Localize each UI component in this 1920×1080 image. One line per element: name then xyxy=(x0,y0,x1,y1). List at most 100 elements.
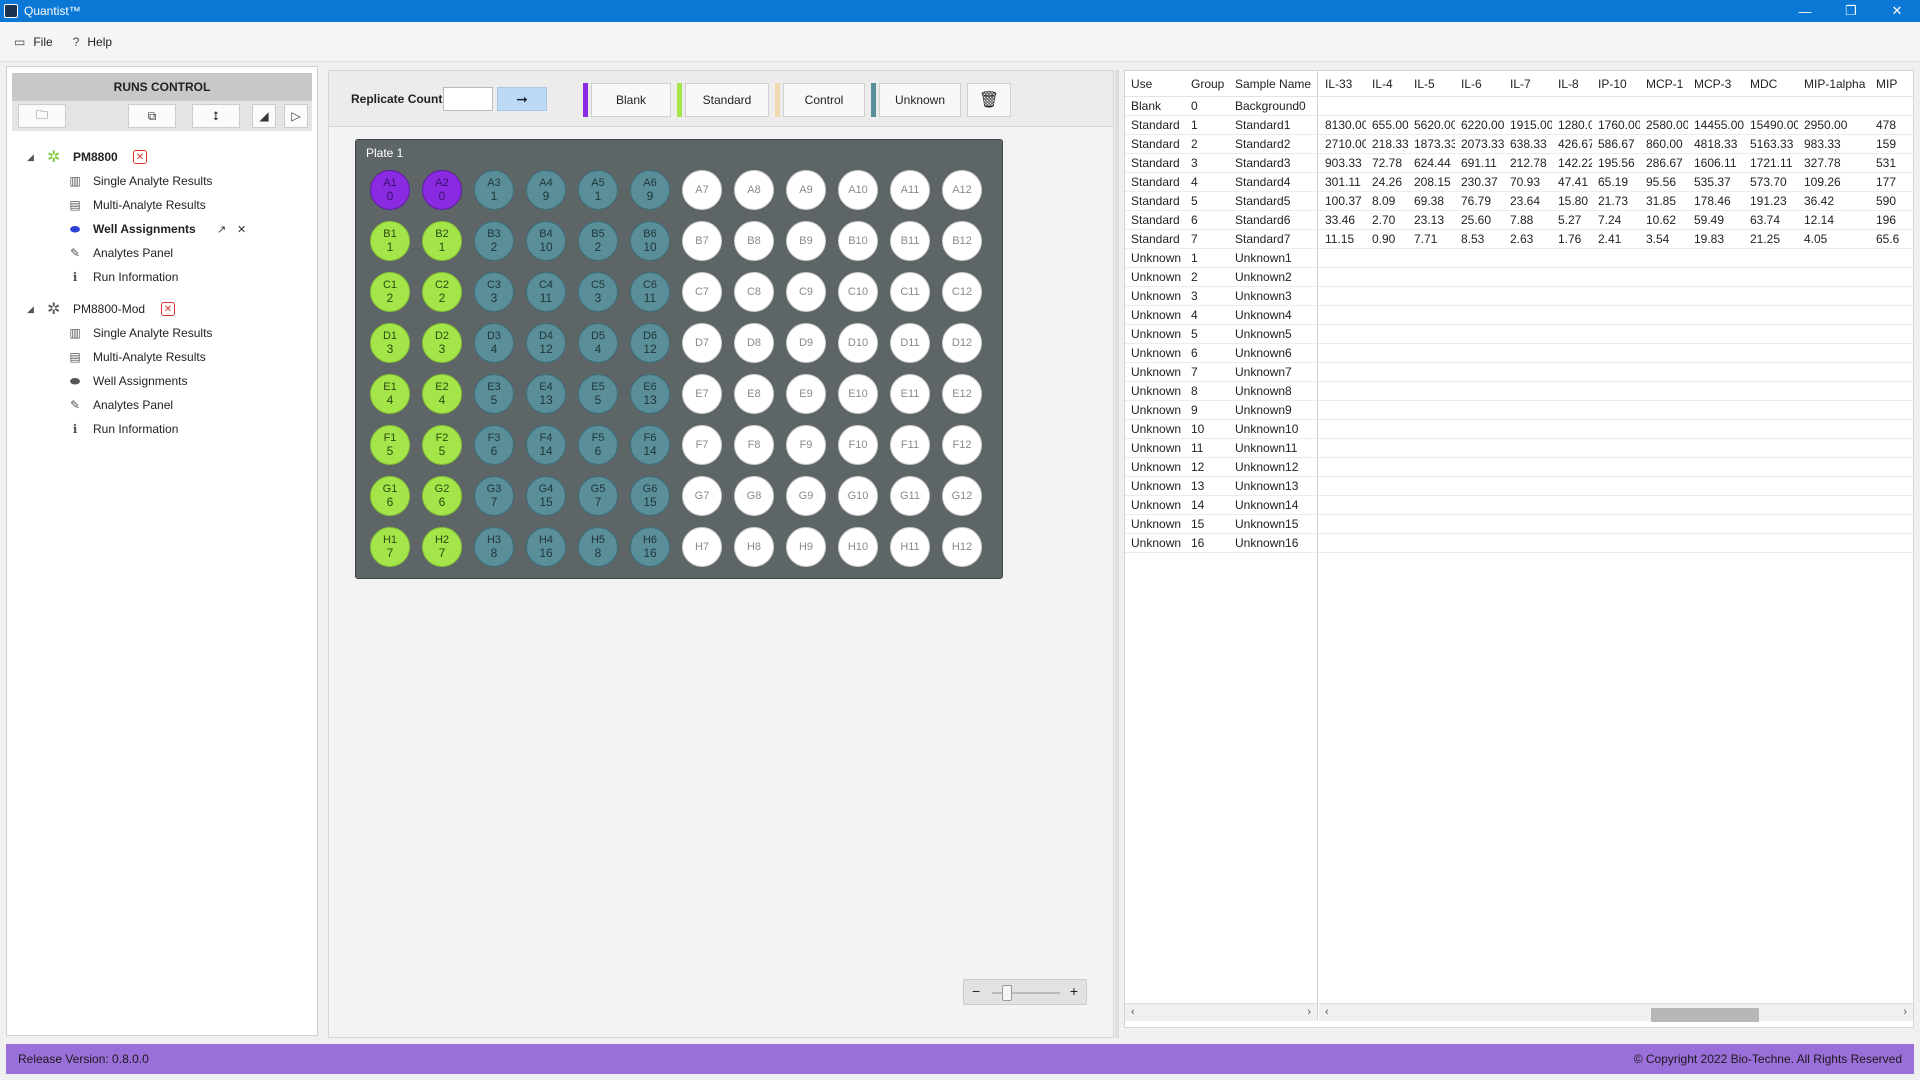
well-D6[interactable]: D6 12 xyxy=(630,323,670,363)
well-C10[interactable]: C10 xyxy=(838,272,878,312)
tree-item-analytes-panel[interactable]: ✎ Analytes Panel xyxy=(7,393,317,417)
table-row[interactable] xyxy=(1319,534,1913,553)
tree-item-multi-analyte[interactable]: ▤ Multi-Analyte Results xyxy=(7,193,317,217)
apply-replicate-button[interactable]: ➞ xyxy=(497,87,547,111)
scroll-left-icon[interactable]: ‹ xyxy=(1325,1006,1329,1018)
well-H6[interactable]: H6 16 xyxy=(630,527,670,567)
table-row[interactable]: Blank 0 Background0 xyxy=(1125,97,1317,116)
table-row[interactable] xyxy=(1319,363,1913,382)
well-H4[interactable]: H4 16 xyxy=(526,527,566,567)
well-A1[interactable]: A1 0 xyxy=(370,170,410,210)
tree-run-pm8800[interactable]: ◢ ✲ PM8800 ✕ xyxy=(7,145,317,169)
well-B10[interactable]: B10 xyxy=(838,221,878,261)
table-row[interactable] xyxy=(1319,306,1913,325)
well-F11[interactable]: F11 xyxy=(890,425,930,465)
table-row[interactable]: Unknown 13 Unknown13 xyxy=(1125,477,1317,496)
well-F3[interactable]: F3 6 xyxy=(474,425,514,465)
well-G1[interactable]: G1 6 xyxy=(370,476,410,516)
table-row[interactable]: Standard 6 Standard6 xyxy=(1125,211,1317,230)
table-row[interactable]: Unknown 11 Unknown11 xyxy=(1125,439,1317,458)
well-D11[interactable]: D11 xyxy=(890,323,930,363)
well-H11[interactable]: H11 xyxy=(890,527,930,567)
column-header[interactable]: IL-7 xyxy=(1504,77,1552,91)
well-A8[interactable]: A8 xyxy=(734,170,774,210)
table-row[interactable]: Standard 7 Standard7 xyxy=(1125,230,1317,249)
well-D9[interactable]: D9 xyxy=(786,323,826,363)
table-row[interactable]: Unknown 6 Unknown6 xyxy=(1125,344,1317,363)
table-row[interactable]: 100.37 8.09 69.38 76.79 23.64 15.80 21.73 31.85… xyxy=(1319,192,1913,211)
well-E7[interactable]: E7 xyxy=(682,374,722,414)
well-G4[interactable]: G4 15 xyxy=(526,476,566,516)
tree-run-pm8800-mod[interactable]: ◢ ✲ PM8800-Mod ✕ xyxy=(7,297,317,321)
well-G5[interactable]: G5 7 xyxy=(578,476,618,516)
table-row[interactable]: Standard 5 Standard5 xyxy=(1125,192,1317,211)
menu-help[interactable]: ? Help xyxy=(73,35,112,49)
column-header[interactable]: MCP-1 xyxy=(1640,77,1688,91)
open-folder-button[interactable]: 🗀 xyxy=(18,104,66,128)
tree-item-multi-analyte[interactable]: ▤ Multi-Analyte Results xyxy=(7,345,317,369)
well-F8[interactable]: F8 xyxy=(734,425,774,465)
well-C2[interactable]: C2 2 xyxy=(422,272,462,312)
well-D7[interactable]: D7 xyxy=(682,323,722,363)
well-C4[interactable]: C4 11 xyxy=(526,272,566,312)
table-row[interactable] xyxy=(1319,439,1913,458)
well-A11[interactable]: A11 xyxy=(890,170,930,210)
zoom-in-button[interactable]: + xyxy=(1070,983,1078,999)
well-D10[interactable]: D10 xyxy=(838,323,878,363)
well-H2[interactable]: H2 7 xyxy=(422,527,462,567)
table-row[interactable]: Unknown 15 Unknown15 xyxy=(1125,515,1317,534)
well-E4[interactable]: E4 13 xyxy=(526,374,566,414)
well-A7[interactable]: A7 xyxy=(682,170,722,210)
well-A10[interactable]: A10 xyxy=(838,170,878,210)
table-row[interactable] xyxy=(1319,477,1913,496)
well-A4[interactable]: A4 9 xyxy=(526,170,566,210)
table-row[interactable] xyxy=(1319,458,1913,477)
well-E2[interactable]: E2 4 xyxy=(422,374,462,414)
table-row[interactable]: Unknown 5 Unknown5 xyxy=(1125,325,1317,344)
well-E8[interactable]: E8 xyxy=(734,374,774,414)
well-G9[interactable]: G9 xyxy=(786,476,826,516)
well-B1[interactable]: B1 1 xyxy=(370,221,410,261)
well-H9[interactable]: H9 xyxy=(786,527,826,567)
close-tab-icon[interactable]: ✕ xyxy=(237,223,246,236)
table-row[interactable]: 301.11 24.26 208.15 230.37 70.93 47.41 65.19 95… xyxy=(1319,173,1913,192)
panel-splitter[interactable] xyxy=(1115,70,1119,1038)
well-C1[interactable]: C1 2 xyxy=(370,272,410,312)
well-C6[interactable]: C6 11 xyxy=(630,272,670,312)
tree-item-run-information[interactable]: ℹ Run Information xyxy=(7,417,317,441)
well-H12[interactable]: H12 xyxy=(942,527,982,567)
well-F6[interactable]: F6 14 xyxy=(630,425,670,465)
well-F4[interactable]: F4 14 xyxy=(526,425,566,465)
well-F12[interactable]: F12 xyxy=(942,425,982,465)
table-row[interactable]: Standard 1 Standard1 xyxy=(1125,116,1317,135)
tree-item-single-analyte[interactable]: ▥ Single Analyte Results xyxy=(7,169,317,193)
run-button[interactable]: ▷ xyxy=(284,104,308,128)
scrollbar-thumb[interactable] xyxy=(1651,1008,1759,1022)
well-G12[interactable]: G12 xyxy=(942,476,982,516)
well-G10[interactable]: G10 xyxy=(838,476,878,516)
well-F10[interactable]: F10 xyxy=(838,425,878,465)
table-row[interactable]: 11.15 0.90 7.71 8.53 2.63 1.76 2.41 3.54 19.83 21… xyxy=(1319,230,1913,249)
well-B9[interactable]: B9 xyxy=(786,221,826,261)
restore-button[interactable]: ❐ xyxy=(1828,0,1874,22)
well-B8[interactable]: B8 xyxy=(734,221,774,261)
column-header[interactable]: MIP-1alpha xyxy=(1798,77,1870,91)
table-row[interactable]: Unknown 1 Unknown1 xyxy=(1125,249,1317,268)
scroll-right-icon[interactable]: › xyxy=(1307,1006,1311,1018)
table-row[interactable] xyxy=(1319,97,1913,116)
well-H10[interactable]: H10 xyxy=(838,527,878,567)
tree-item-well-assignments[interactable]: ⬬ Well Assignments ↗ ✕ xyxy=(7,217,317,241)
well-D2[interactable]: D2 3 xyxy=(422,323,462,363)
table-row[interactable]: Standard 4 Standard4 xyxy=(1125,173,1317,192)
well-H5[interactable]: H5 8 xyxy=(578,527,618,567)
column-header[interactable]: IL-8 xyxy=(1552,77,1592,91)
collapse-button[interactable]: ◢ xyxy=(252,104,276,128)
tree-item-analytes-panel[interactable]: ✎ Analytes Panel xyxy=(7,241,317,265)
standard-button[interactable]: Standard xyxy=(685,83,769,117)
column-header[interactable]: MDC xyxy=(1744,77,1798,91)
minimize-button[interactable]: — xyxy=(1782,0,1828,22)
well-A12[interactable]: A12 xyxy=(942,170,982,210)
well-E10[interactable]: E10 xyxy=(838,374,878,414)
well-H1[interactable]: H1 7 xyxy=(370,527,410,567)
upload-button[interactable]: ⭥ xyxy=(192,104,240,128)
